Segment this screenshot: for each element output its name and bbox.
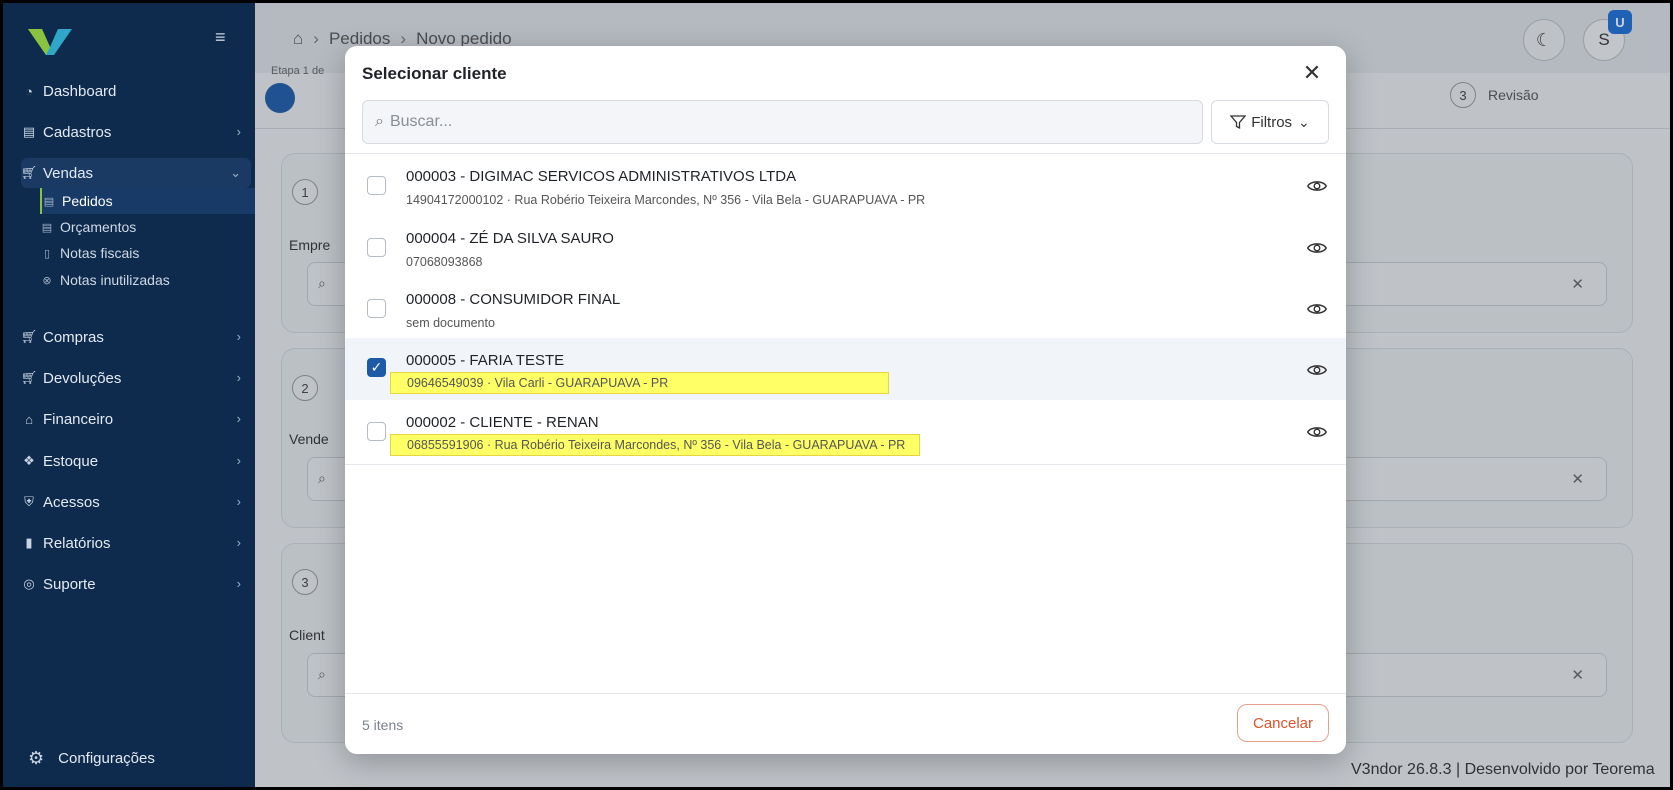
client-details: 06855591906 · Rua Robério Teixeira Marco…	[390, 434, 920, 456]
v3ndor-logo	[28, 29, 72, 55]
search-box[interactable]: ⌕	[362, 100, 1203, 144]
client-name: 000005 - FARIA TESTE	[406, 352, 565, 369]
sidebar-subitem-label: Notas fiscais	[60, 245, 140, 261]
sidebar-subitem-label: Orçamentos	[60, 219, 137, 235]
boxes-icon: ❖	[23, 453, 35, 468]
document-icon: ▤	[41, 221, 53, 234]
client-details: 09646549039 · Vila Carli - GUARAPUAVA - …	[390, 372, 889, 394]
gear-icon: ⚙	[28, 748, 45, 768]
sidebar-subitem-notas-fiscais[interactable]: ▯ Notas fiscais	[40, 240, 255, 266]
sidebar-item-label: Compras	[43, 328, 104, 346]
chevron-right-icon: ›	[236, 494, 241, 509]
circle-x-icon: ⊗	[42, 274, 52, 287]
close-icon[interactable]: ✕	[1299, 60, 1325, 86]
file-icon: ▯	[43, 247, 51, 260]
document-icon: ▤	[43, 195, 55, 208]
sidebar-item-label: Suporte	[43, 575, 96, 593]
filter-icon	[1230, 115, 1247, 130]
client-details: sem documento	[406, 316, 495, 330]
select-client-modal: Selecionar cliente ✕ ⌕ Filtros ⌄ 000003 …	[345, 46, 1346, 754]
sidebar-item-label: Estoque	[43, 452, 99, 470]
sidebar-item-acessos[interactable]: ⛨ Acessos ›	[21, 487, 251, 517]
chevron-right-icon: ›	[236, 370, 241, 385]
sidebar-item-vendas[interactable]: 🛒︎ Vendas ⌄	[21, 158, 251, 188]
chevron-right-icon: ›	[236, 453, 241, 468]
lifebuoy-icon: ◎	[23, 576, 35, 591]
client-checkbox-checked[interactable]: ✓	[367, 358, 386, 377]
cart-icon: 🛒︎	[20, 165, 38, 180]
chevron-right-icon: ›	[236, 329, 241, 344]
app-window: ≡ ◔ Dashboard ▤ Cadastros › 🛒︎ Vendas ⌄ …	[3, 3, 1670, 787]
client-details: 14904172000102 · Rua Robério Teixeira Ma…	[406, 193, 926, 207]
filters-button[interactable]: Filtros ⌄	[1211, 100, 1329, 144]
sidebar-item-label: Relatórios	[43, 534, 111, 552]
config-label: Configurações	[58, 750, 155, 767]
modal-title: Selecionar cliente	[362, 64, 507, 83]
eye-icon[interactable]	[1306, 421, 1328, 443]
menu-toggle-icon[interactable]: ≡	[215, 28, 233, 46]
sidebar-item-devolucoes[interactable]: 🛒︎ Devoluções ›	[21, 363, 251, 393]
client-row-selected[interactable]: ✓ 000005 - FARIA TESTE 09646549039 · Vil…	[345, 338, 1346, 403]
client-name: 000008 - CONSUMIDOR FINAL	[406, 291, 621, 308]
sidebar-item-label: Vendas	[43, 164, 94, 182]
bar-chart-icon: ▮	[25, 535, 33, 550]
sidebar-item-financeiro[interactable]: ⌂ Financeiro ›	[21, 404, 251, 434]
sidebar-item-estoque[interactable]: ❖ Estoque ›	[21, 446, 251, 476]
sidebar-subitem-label: Notas inutilizadas	[60, 272, 170, 288]
client-checkbox[interactable]	[367, 422, 386, 441]
item-count: 5 itens	[362, 717, 404, 733]
sidebar-subitem-notas-inutilizadas[interactable]: ⊗ Notas inutilizadas	[40, 267, 255, 293]
search-input[interactable]	[389, 113, 1170, 131]
client-row[interactable]: 000008 - CONSUMIDOR FINAL sem documento	[345, 277, 1346, 342]
eye-icon[interactable]	[1306, 359, 1328, 381]
client-name: 000003 - DIGIMAC SERVICOS ADMINISTRATIVO…	[406, 168, 797, 185]
sidebar-item-suporte[interactable]: ◎ Suporte ›	[21, 569, 251, 599]
sidebar-item-label: Devoluções	[43, 369, 122, 387]
sidebar-item-label: Acessos	[43, 493, 100, 511]
chevron-down-icon: ⌄	[1298, 113, 1310, 130]
chevron-down-icon: ⌄	[230, 165, 241, 180]
client-name: 000004 - ZÉ DA SILVA SAURO	[406, 230, 614, 247]
chevron-right-icon: ›	[236, 535, 241, 550]
sidebar-item-label: Cadastros	[43, 123, 112, 141]
sidebar-item-compras[interactable]: 🛒︎ Compras ›	[21, 322, 251, 352]
client-name: 000002 - CLIENTE - RENAN	[406, 414, 599, 431]
shield-icon: ⛨	[24, 494, 34, 509]
gauge-icon: ◔	[25, 83, 33, 99]
sidebar-item-cadastros[interactable]: ▤ Cadastros ›	[21, 117, 251, 147]
check-icon: ✓	[370, 359, 383, 375]
sidebar: ≡ ◔ Dashboard ▤ Cadastros › 🛒︎ Vendas ⌄ …	[3, 3, 255, 787]
eye-icon[interactable]	[1306, 237, 1328, 259]
search-icon: ⌕	[375, 113, 384, 130]
sidebar-subitem-pedidos[interactable]: ▤ Pedidos	[40, 188, 255, 214]
client-checkbox[interactable]	[367, 238, 386, 257]
client-row[interactable]: 000003 - DIGIMAC SERVICOS ADMINISTRATIVO…	[345, 154, 1346, 219]
sidebar-item-label: Dashboard	[43, 82, 117, 100]
client-row[interactable]: 000004 - ZÉ DA SILVA SAURO 07068093868	[345, 216, 1346, 281]
client-checkbox[interactable]	[367, 299, 386, 318]
filters-label: Filtros	[1251, 113, 1293, 131]
client-checkbox[interactable]	[367, 176, 386, 195]
sidebar-subitem-label: Pedidos	[62, 193, 113, 209]
client-row[interactable]: 000002 - CLIENTE - RENAN 06855591906 · R…	[345, 400, 1346, 465]
cancel-button[interactable]: Cancelar	[1237, 704, 1329, 742]
divider	[345, 693, 1346, 694]
sidebar-subitem-orcamentos[interactable]: ▤ Orçamentos	[40, 214, 255, 240]
eye-icon[interactable]	[1306, 175, 1328, 197]
sidebar-item-label: Financeiro	[43, 410, 114, 428]
bank-icon: ⌂	[25, 411, 33, 427]
eye-icon[interactable]	[1306, 298, 1328, 320]
sidebar-item-configuracoes[interactable]: ⚙ Configurações	[28, 748, 155, 769]
id-card-icon: ▤	[22, 124, 36, 139]
chevron-right-icon: ›	[236, 411, 241, 426]
cart-icon: 🛒︎	[20, 329, 38, 344]
client-details: 07068093868	[406, 255, 483, 269]
cart-icon: 🛒︎	[20, 370, 38, 385]
sidebar-item-dashboard[interactable]: ◔ Dashboard	[21, 76, 251, 106]
chevron-right-icon: ›	[236, 576, 241, 591]
sidebar-item-relatorios[interactable]: ▮ Relatórios ›	[21, 528, 251, 558]
chevron-right-icon: ›	[236, 124, 241, 139]
